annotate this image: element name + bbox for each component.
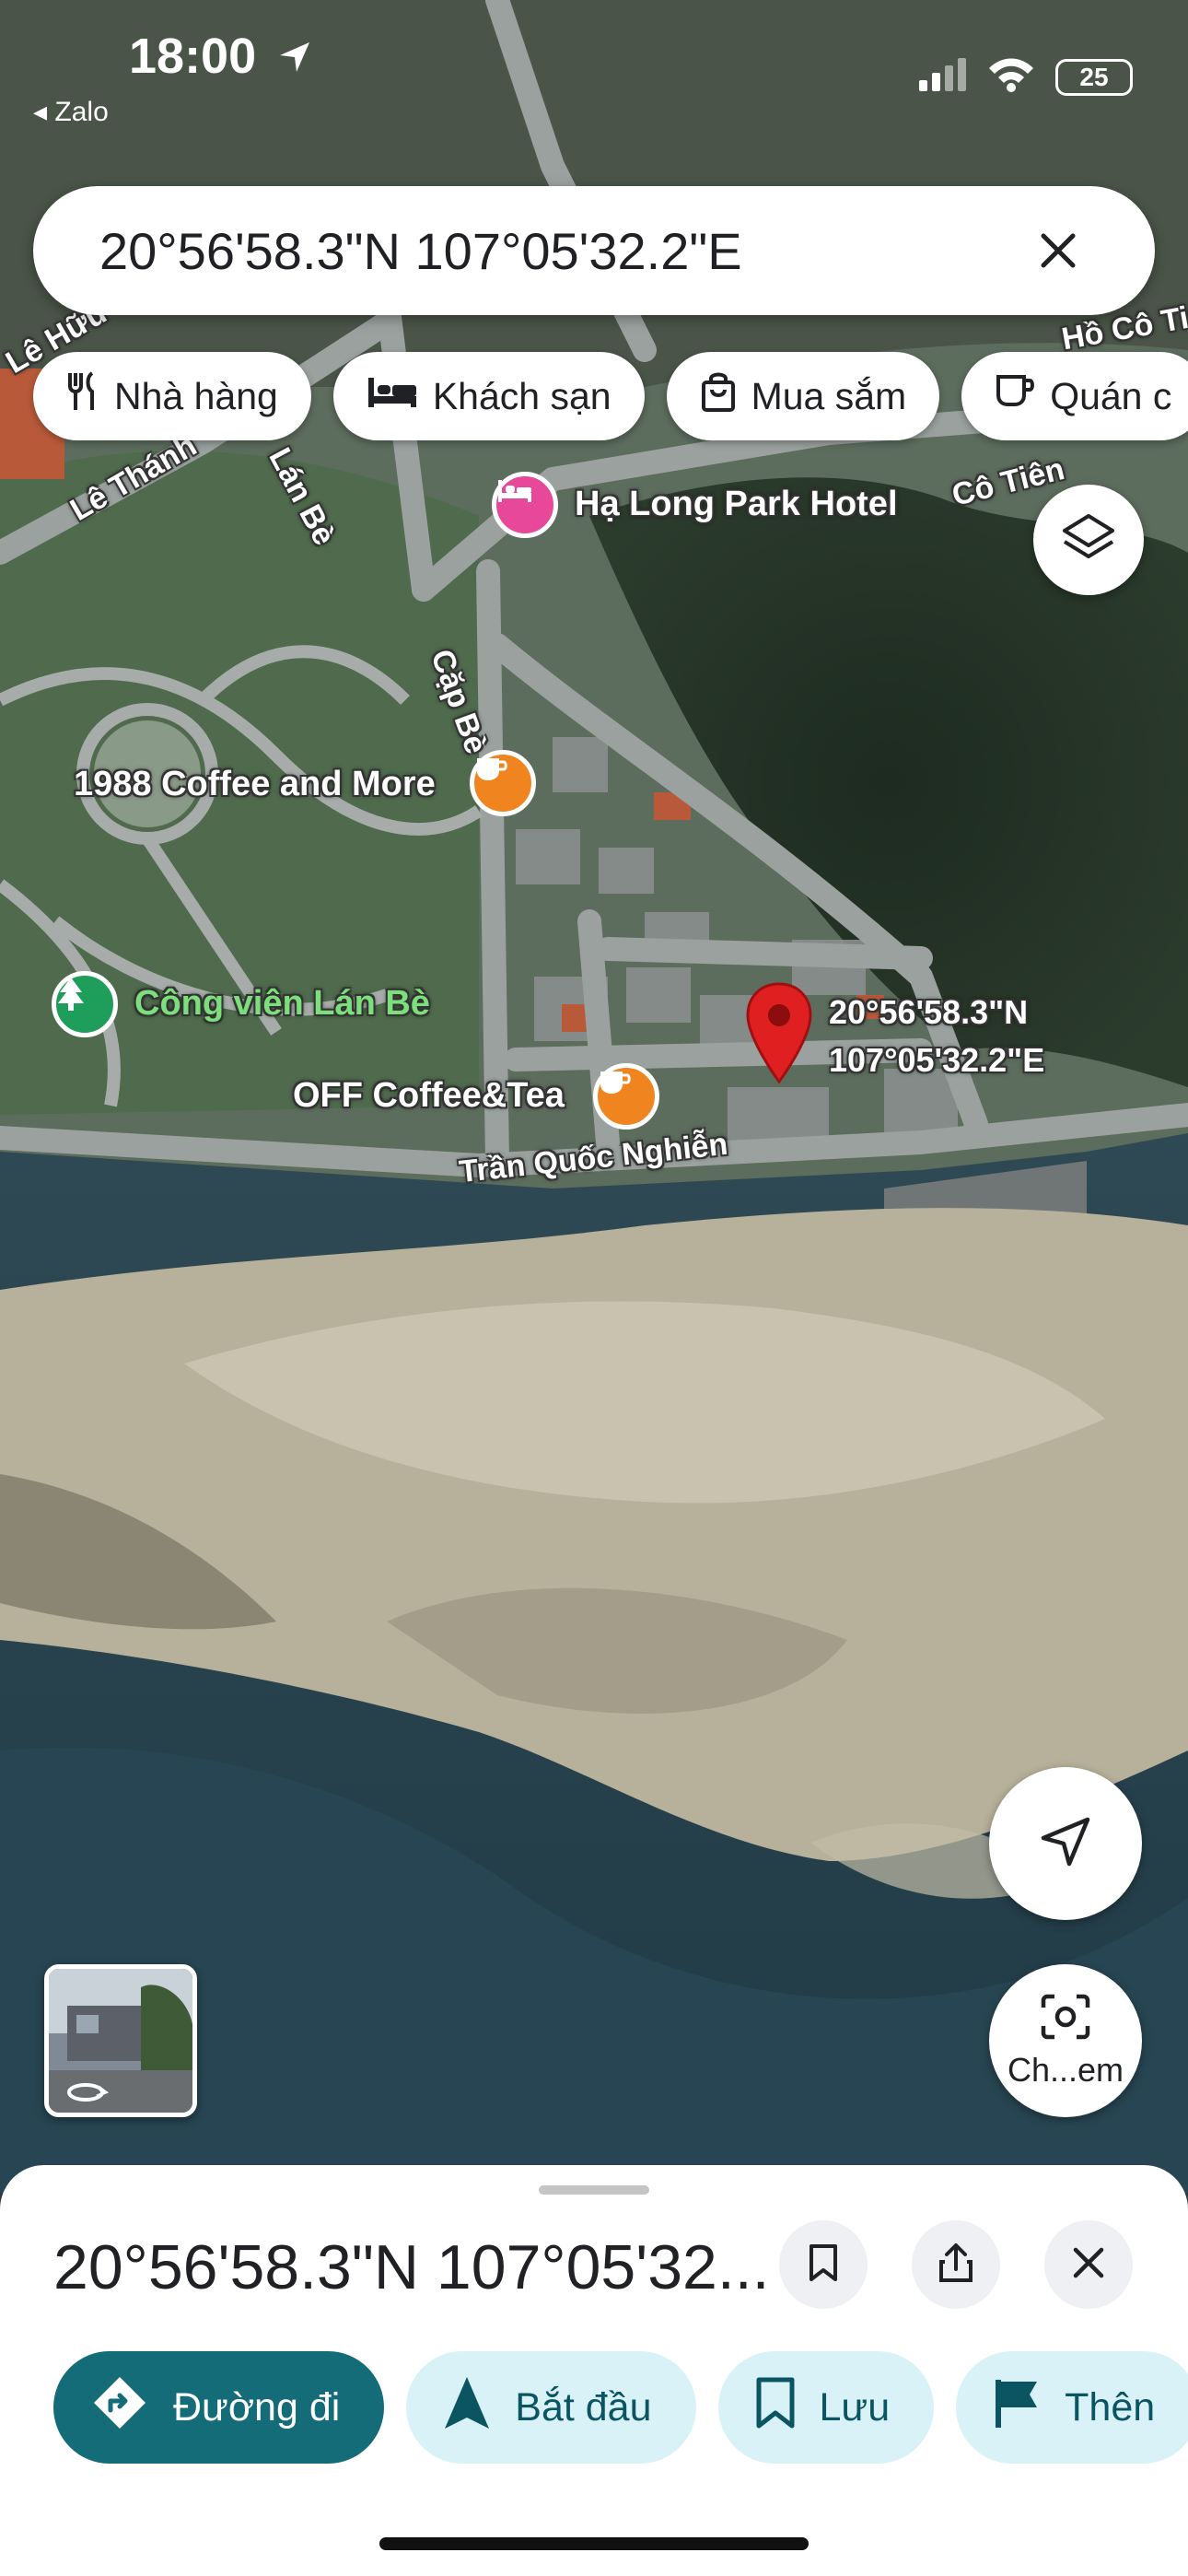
home-indicator[interactable] [379, 2537, 809, 2550]
camera-lens-icon [1038, 1993, 1093, 2045]
pin-coordinate-line-2: 107°05'32.2"E [829, 1041, 1045, 1079]
status-time: 18:00 [129, 29, 257, 84]
bookmark-icon [808, 2242, 839, 2288]
share-icon [938, 2242, 974, 2289]
directions-button[interactable]: Đường đi [53, 2351, 385, 2464]
start-button[interactable]: Bắt đầu [406, 2351, 696, 2464]
coffee-icon[interactable] [593, 1063, 659, 1130]
back-to-app-link[interactable]: ◂ Zalo [33, 96, 109, 128]
chip-cafes[interactable]: Quán c [961, 352, 1188, 440]
wifi-icon [987, 57, 1035, 97]
coffee-icon[interactable] [470, 750, 536, 816]
status-icons: 25 [919, 57, 1133, 97]
chip-restaurants[interactable]: Nhà hàng [33, 352, 311, 440]
action-label: Bắt đầu [515, 2384, 652, 2430]
chip-label: Mua sắm [751, 374, 907, 417]
my-location-button[interactable] [989, 1767, 1142, 1920]
navigation-arrow-icon [443, 2375, 491, 2441]
close-icon [1072, 2246, 1105, 2284]
place-title: 20°56'58.3"N 107°05'32... [53, 2232, 770, 2302]
navigation-arrow-icon [1038, 1814, 1093, 1874]
pin-coordinate-line-1: 20°56'58.3"N [829, 993, 1029, 1031]
action-buttons: Đường đi Bắt đầu Lưu Thên [53, 2351, 1188, 2464]
close-sheet-button[interactable] [1044, 2220, 1133, 2309]
park-tree-icon[interactable] [52, 971, 118, 1037]
chip-shopping[interactable]: Mua sắm [666, 352, 940, 440]
chip-label: Quán c [1050, 374, 1172, 417]
flag-icon [993, 2376, 1041, 2440]
street-view-preview [49, 1969, 192, 2113]
save-icon-button[interactable] [779, 2220, 868, 2309]
battery-indicator: 25 [1055, 58, 1133, 96]
park-label-cong-vien-lan-be[interactable]: Công viên Lán Bè [134, 984, 430, 1024]
sheet-drag-handle[interactable] [539, 2185, 649, 2195]
place-bottom-sheet[interactable]: 20°56'58.3"N 107°05'32... Đường đi Bắt đ… [0, 2165, 1188, 2576]
location-arrow-icon [276, 39, 313, 80]
add-label-button[interactable]: Thên [956, 2351, 1188, 2464]
street-view-thumbnail[interactable] [44, 1964, 197, 2117]
close-icon[interactable] [1026, 218, 1090, 283]
chip-hotels[interactable]: Khách sạn [332, 352, 645, 440]
cellular-signal-icon [919, 58, 967, 96]
camera-search-label: Ch...em [1007, 2050, 1124, 2089]
category-chips: Nhà hàng Khách sạn Mua sắm Quán c [33, 352, 1188, 440]
poi-label-ha-long-park-hotel[interactable]: Hạ Long Park Hotel [575, 485, 898, 524]
utensils-icon [66, 371, 99, 421]
poi-label-off-coffee-tea[interactable]: OFF Coffee&Tea [293, 1076, 565, 1116]
layers-icon [1061, 512, 1116, 568]
chip-label: Nhà hàng [114, 374, 278, 417]
chip-label: Khách sạn [432, 374, 611, 417]
camera-search-button[interactable]: Ch...em [989, 1964, 1142, 2117]
share-button[interactable] [912, 2220, 1000, 2309]
coffee-cup-icon [995, 373, 1035, 419]
save-button[interactable]: Lưu [717, 2351, 935, 2464]
layers-button[interactable] [1033, 485, 1144, 595]
bed-icon [367, 375, 418, 418]
shopping-bag-icon [700, 371, 737, 421]
action-label: Thên [1065, 2384, 1156, 2430]
poi-label-1988-coffee[interactable]: 1988 Coffee and More [74, 765, 436, 804]
directions-icon [90, 2373, 149, 2442]
hotel-icon[interactable] [492, 472, 558, 538]
action-label: Lưu [819, 2384, 891, 2430]
bookmark-icon [755, 2376, 796, 2440]
action-label: Đường đi [173, 2384, 341, 2430]
search-bar[interactable]: 20°56'58.3"N 107°05'32.2"E [33, 186, 1155, 315]
search-query[interactable]: 20°56'58.3"N 107°05'32.2"E [99, 221, 1026, 281]
